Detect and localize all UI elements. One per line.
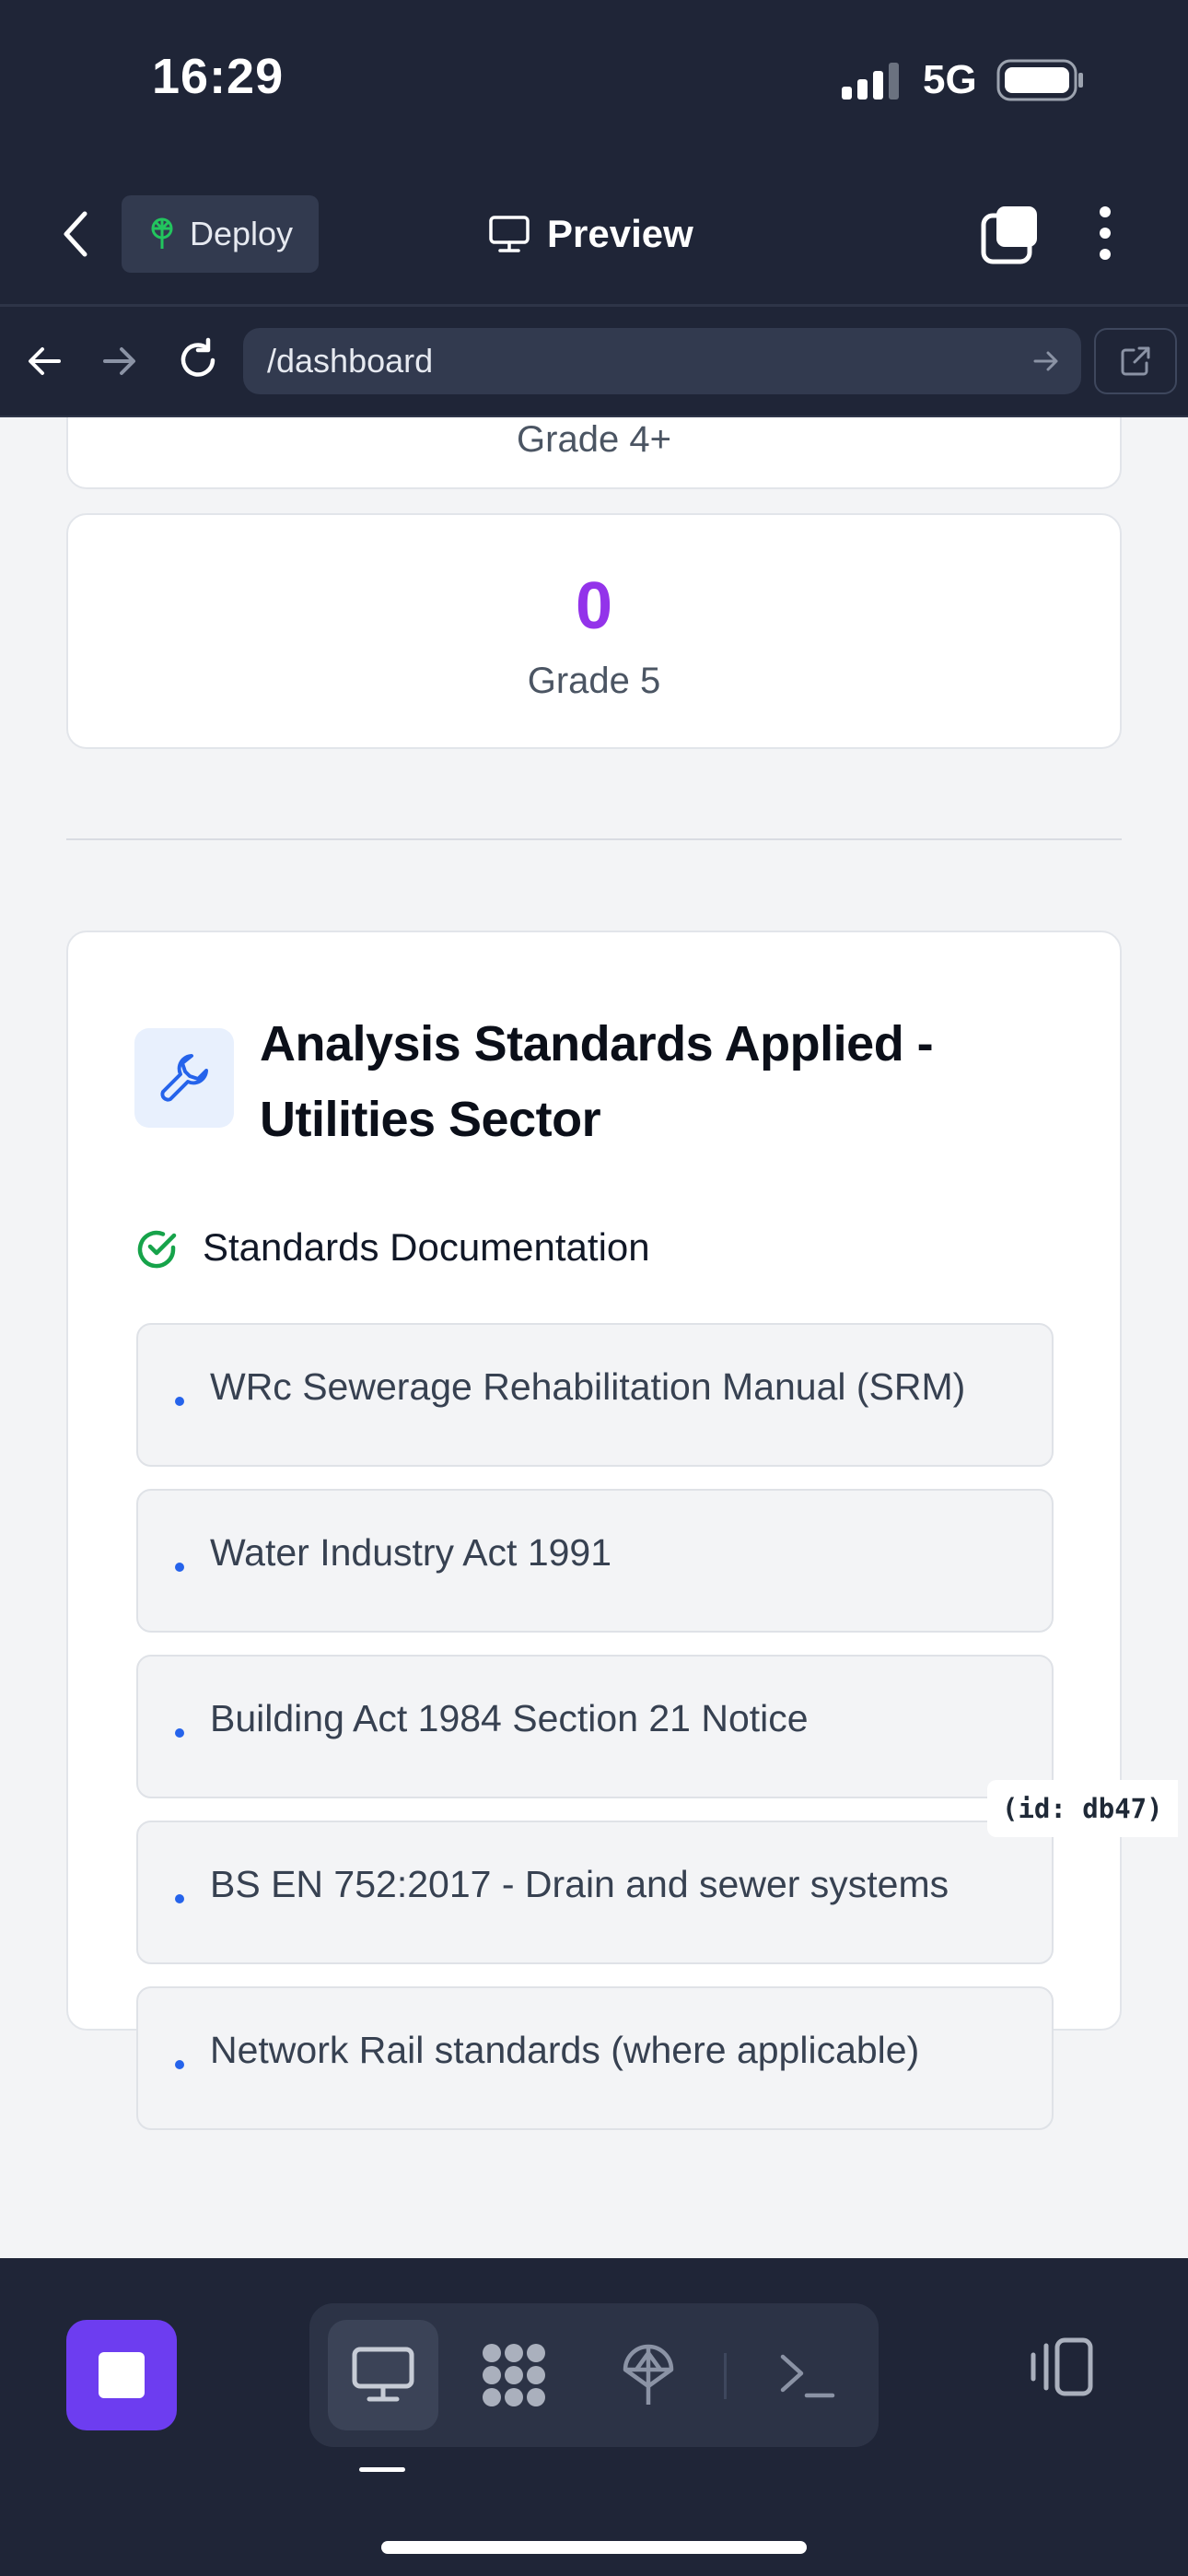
url-field[interactable]: /dashboard bbox=[243, 328, 1081, 394]
open-external-button[interactable] bbox=[1094, 328, 1177, 394]
bullet bbox=[175, 2060, 184, 2069]
wrench-icon bbox=[160, 1054, 208, 1102]
bullet bbox=[175, 1894, 184, 1903]
check-circle-icon bbox=[137, 1230, 177, 1269]
grade-label: Grade 5 bbox=[527, 661, 661, 701]
home-indicator bbox=[381, 2541, 807, 2554]
grade-count: 0 bbox=[575, 569, 613, 643]
active-tab-indicator bbox=[359, 2467, 405, 2472]
grade-5-card: 0 Grade 5 bbox=[66, 513, 1122, 749]
standard-item: Water Industry Act 1991 bbox=[136, 1489, 1054, 1633]
more-icon[interactable] bbox=[1094, 205, 1116, 262]
reload-icon[interactable] bbox=[175, 337, 221, 383]
apps-icon bbox=[483, 2344, 545, 2406]
standards-card: Analysis Standards Applied - Utilities S… bbox=[66, 931, 1122, 2130]
tool-deploy-button[interactable] bbox=[593, 2320, 704, 2430]
status-time: 16:29 bbox=[152, 49, 285, 104]
standard-item: WRc Sewerage Rehabilitation Manual (SRM) bbox=[136, 1323, 1054, 1467]
standards-list: WRc Sewerage Rehabilitation Manual (SRM)… bbox=[136, 1323, 1054, 2152]
url-text: /dashboard bbox=[267, 342, 434, 380]
grade-4plus-card: Grade 4+ bbox=[66, 417, 1122, 489]
url-go-icon[interactable] bbox=[1031, 346, 1061, 376]
console-icon bbox=[780, 2354, 835, 2398]
toolbar-divider bbox=[724, 2353, 727, 2399]
stop-button[interactable] bbox=[66, 2320, 177, 2430]
tool-console-button[interactable] bbox=[751, 2320, 862, 2430]
bullet bbox=[175, 1397, 184, 1406]
deploy-button[interactable]: Deploy bbox=[122, 195, 319, 273]
wrench-badge bbox=[134, 1028, 234, 1128]
arrow-left-icon[interactable] bbox=[24, 341, 64, 381]
standard-text: Water Industry Act 1991 bbox=[210, 1531, 612, 1574]
standard-text: Network Rail standards (where applicable… bbox=[210, 2029, 920, 2071]
stop-icon bbox=[99, 2352, 145, 2398]
layout-toggle-icon[interactable] bbox=[1026, 2335, 1096, 2399]
bullet bbox=[175, 1563, 184, 1572]
grade-label: Grade 4+ bbox=[517, 419, 671, 460]
signal-icon bbox=[842, 63, 899, 100]
preview-label: Preview bbox=[547, 212, 693, 255]
page-content: Grade 4+ 0 Grade 5 Analysis Standards Ap… bbox=[0, 417, 1188, 2258]
preview-title: Preview bbox=[488, 205, 693, 263]
deploy-tool-icon bbox=[623, 2344, 674, 2405]
tabs-icon[interactable] bbox=[980, 205, 1041, 265]
external-link-icon bbox=[1121, 346, 1150, 376]
network-label: 5G bbox=[923, 57, 977, 102]
bullet bbox=[175, 1728, 184, 1738]
desktop-icon bbox=[352, 2347, 414, 2402]
standard-item: Network Rail standards (where applicable… bbox=[136, 1986, 1054, 2130]
tool-apps-button[interactable] bbox=[459, 2320, 569, 2430]
deploy-label: Deploy bbox=[189, 215, 294, 252]
standards-doc-heading: Standards Documentation bbox=[203, 1225, 650, 1269]
battery-icon bbox=[996, 59, 1083, 101]
standards-title: Analysis Standards Applied - Utilities S… bbox=[260, 1016, 934, 1147]
standard-text: BS EN 752:2017 - Drain and sewer systems bbox=[210, 1863, 949, 1905]
section-divider bbox=[66, 838, 1122, 840]
standard-text: Building Act 1984 Section 21 Notice bbox=[210, 1697, 809, 1739]
standard-item: Building Act 1984 Section 21 Notice bbox=[136, 1655, 1054, 1798]
standard-item: BS EN 752:2017 - Drain and sewer systems bbox=[136, 1821, 1054, 1964]
arrow-right-icon[interactable] bbox=[99, 341, 140, 381]
deploy-icon bbox=[151, 217, 173, 249]
element-id-tag: (id: db47) bbox=[987, 1780, 1178, 1837]
monitor-icon bbox=[489, 216, 530, 252]
tool-desktop-button[interactable] bbox=[328, 2320, 438, 2430]
standard-text: WRc Sewerage Rehabilitation Manual (SRM) bbox=[210, 1365, 966, 1408]
back-chevron-icon[interactable] bbox=[57, 208, 94, 260]
